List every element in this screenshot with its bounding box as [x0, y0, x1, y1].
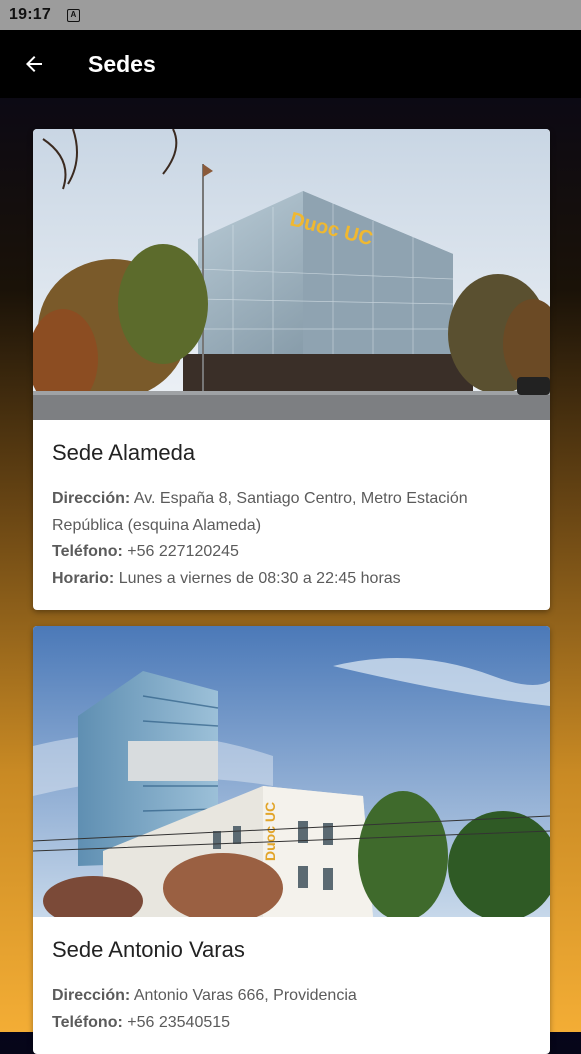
phone-label: Teléfono:: [52, 543, 123, 560]
page-title: Sedes: [88, 50, 156, 77]
address-label: Dirección:: [52, 490, 131, 507]
phone-value: +56 227120245: [127, 543, 239, 560]
campus-card-body: Sede Antonio Varas Dirección: Antonio Va…: [33, 917, 550, 1054]
campus-address: Dirección: Av. España 8, Santiago Centro…: [52, 486, 531, 539]
campus-phone: Teléfono: +56 23540515: [52, 1010, 531, 1037]
campus-card-alameda[interactable]: Duoc UC Sede Alameda Dirección: Av. Espa…: [33, 129, 550, 610]
campus-card-body: Sede Alameda Dirección: Av. España 8, Sa…: [33, 420, 550, 610]
campus-name: Sede Antonio Varas: [52, 937, 245, 962]
campus-photo-antonio-varas: Duoc UC: [33, 626, 550, 917]
phone-value: +56 23540515: [127, 1013, 231, 1031]
campus-card-antonio-varas[interactable]: Duoc UC Sede Antonio Varas Dirección: An…: [33, 626, 550, 1054]
arrow-left-icon: [26, 56, 42, 72]
address-label: Dirección:: [52, 987, 131, 1004]
campus-photo-alameda: Duoc UC: [33, 129, 550, 420]
status-time: 19:17: [9, 6, 51, 23]
phone-label: Teléfono:: [52, 1013, 123, 1031]
notification-a-icon: A: [66, 8, 80, 22]
hours-label: Horario:: [52, 569, 115, 587]
app-bar: Sedes: [0, 30, 581, 98]
svg-text:Duoc UC: Duoc UC: [262, 802, 278, 861]
campus-phone: Teléfono: +56 227120245: [52, 539, 531, 566]
status-bar: 19:17 A: [0, 0, 581, 30]
hours-value: Lunes a viernes de 08:30 a 22:45 horas: [118, 569, 401, 587]
campus-name: Sede Alameda: [52, 440, 196, 465]
back-button[interactable]: [10, 40, 58, 88]
campus-address: Dirección: Antonio Varas 666, Providenci…: [52, 983, 531, 1010]
address-value: Antonio Varas 666, Providencia: [133, 987, 357, 1004]
campus-hours: Horario: Lunes a viernes de 08:30 a 22:4…: [52, 566, 531, 593]
